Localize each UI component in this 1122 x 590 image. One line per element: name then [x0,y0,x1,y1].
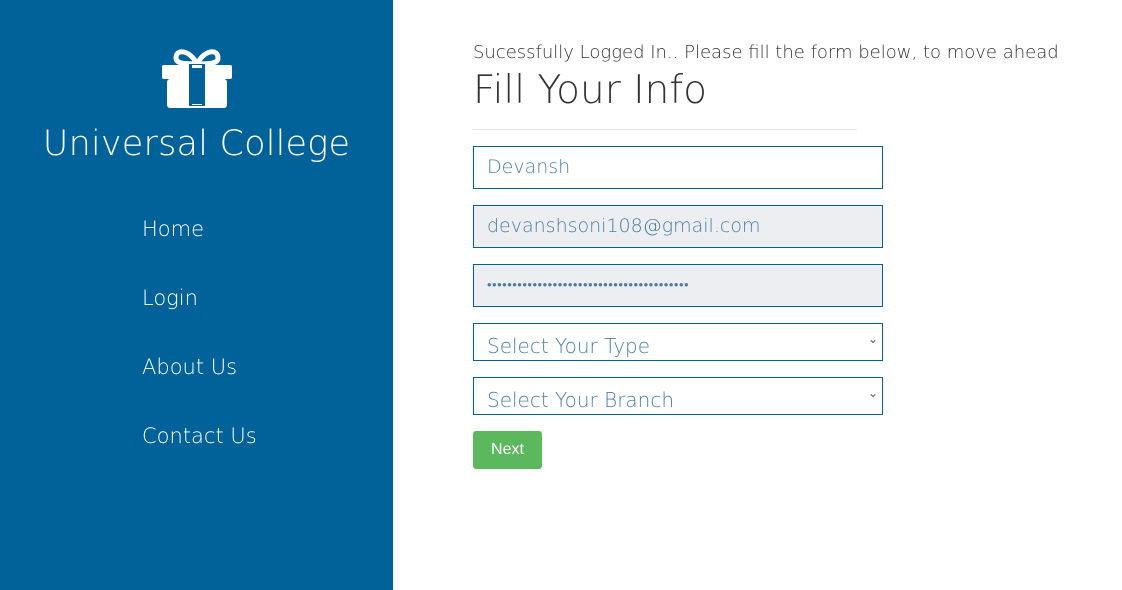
type-select-value: Select Your Type [487,334,651,358]
success-message: Sucessfully Logged In.. Please fill the … [473,42,1059,63]
sidebar: Universal College Home Login About Us Co… [0,0,393,590]
type-select[interactable]: Select Your Type ⌄ [473,323,883,361]
gift-icon [162,49,232,108]
next-button[interactable]: Next [473,431,542,469]
nav-login[interactable]: Login [142,286,198,310]
branch-select[interactable]: Select Your Branch ⌄ [473,377,883,415]
nav-about-us[interactable]: About Us [142,355,237,379]
page-title: Fill Your Info [473,68,707,113]
divider [473,129,857,130]
password-input[interactable]: •••••••••••••••••••••••••••••••••••••••• [473,264,883,307]
brand-title: Universal College [42,124,351,164]
email-input[interactable]: devanshsoni108@gmail.com [473,205,883,248]
name-input[interactable]: Devansh [473,146,883,189]
nav-home[interactable]: Home [142,217,204,241]
chevron-down-icon: ⌄ [867,332,878,346]
branch-select-value: Select Your Branch [487,388,675,412]
chevron-down-icon: ⌄ [867,386,878,400]
nav-contact-us[interactable]: Contact Us [142,424,257,448]
